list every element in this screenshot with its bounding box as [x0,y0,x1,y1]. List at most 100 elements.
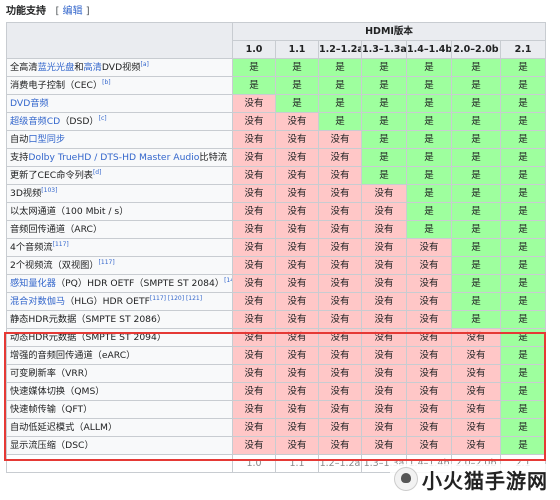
version-header-0: 1.0 [232,40,276,59]
support-yes-cell: 是 [451,292,501,311]
table-row: 动态HDR元数据（SMPTE ST 2094） 没有 没有 没有 没有 没有 没有是 [6,328,547,347]
support-no-cell: 没有 [406,328,452,347]
support-no-cell: 没有 [318,418,362,437]
support-yes-cell: 是 [361,166,407,185]
support-yes-cell: 是 [499,148,547,167]
support-no-cell: 没有 [318,238,362,257]
support-yes-cell: 是 [406,94,452,113]
support-no-cell: 没有 [232,292,276,311]
table-row: 更新了CEC命令列表[d] 没有 没有 没有是是是是 [6,166,547,185]
support-yes-cell: 是 [499,364,547,383]
support-yes-cell: 是 [406,220,452,239]
support-no-cell: 没有 [232,346,276,365]
feature-link[interactable]: 蓝光光盘 [38,62,75,73]
support-no-cell: 没有 [275,418,319,437]
feature-text: 显示流压缩（DSC） [10,440,94,451]
support-yes-cell: 是 [361,148,407,167]
feature-name-cell: 感知量化器（PQ）HDR OETF（SMPTE ST 2084）[140] [6,274,233,293]
table-row: 快速帧传输（QFT） 没有 没有 没有 没有 没有 没有是 [6,400,547,419]
feature-name-cell: 消费电子控制（CEC）[b] [6,76,233,95]
support-yes-cell: 是 [275,94,319,113]
feature-name-cell: 超级音频CD（DSD）[c] [6,112,233,131]
feature-text: 全高清 [10,62,38,73]
table-body: 全高清蓝光光盘和高清DVD视频[a] 是是是是是是是消费电子控制（CEC）[b] 是… [6,58,547,455]
feature-link[interactable]: 混合对数伽马 [10,296,65,307]
support-no-cell: 没有 [232,94,276,113]
citation-link[interactable]: [103] [41,187,57,194]
table-row: 自动口型同步 没有 没有 没有是是是是 [6,130,547,149]
citation-link[interactable]: [b] [102,79,111,86]
support-no-cell: 没有 [232,238,276,257]
citation-link[interactable]: [117] [120] [121] [150,295,202,302]
feature-link[interactable]: Dolby TrueHD / DTS-HD Master Audio [28,152,199,163]
support-no-cell: 没有 [361,274,407,293]
support-no-cell: 没有 [275,238,319,257]
support-yes-cell: 是 [451,310,501,329]
support-yes-cell: 是 [499,184,547,203]
support-yes-cell: 是 [451,130,501,149]
feature-text: 静态HDR元数据（SMPTE ST 2086） [10,314,167,325]
citation-link[interactable]: [140] [224,277,231,284]
citation-link[interactable]: [c] [99,115,107,122]
feature-text: 比特流 [199,152,227,163]
feature-name-cell: 2个视频流（双视图）[117] [6,256,233,275]
support-no-cell: 没有 [361,382,407,401]
feature-link[interactable]: 高清 [84,62,102,73]
feature-name-cell: 混合对数伽马（HLG）HDR OETF[117] [120] [121] [6,292,233,311]
support-no-cell: 没有 [275,310,319,329]
feature-name-cell: 自动低延迟模式（ALLM） [6,418,233,437]
table-row: 支持Dolby TrueHD / DTS-HD Master Audio比特流没… [6,148,547,167]
citation-link[interactable]: [d] [93,169,102,176]
citation-link[interactable]: [117] [53,241,69,248]
feature-text: 3D视频 [10,188,42,199]
support-no-cell: 没有 [361,418,407,437]
citation-link[interactable]: [a] [141,61,149,68]
support-no-cell: 没有 [406,310,452,329]
support-no-cell: 没有 [318,274,362,293]
support-yes-cell: 是 [499,346,547,365]
feature-link[interactable]: 感知量化器 [10,278,56,289]
hdmi-version-group-header: HDMI版本 [231,22,547,41]
support-yes-cell: 是 [361,76,407,95]
support-no-cell: 没有 [232,184,276,203]
support-yes-cell: 是 [406,130,452,149]
feature-text: 快速帧传输（QFT） [10,404,93,415]
support-yes-cell: 是 [499,400,547,419]
feature-name-cell: 自动口型同步 [6,130,233,149]
table-row: 感知量化器（PQ）HDR OETF（SMPTE ST 2084）[140]没有没… [6,274,547,293]
support-no-cell: 没有 [451,328,501,347]
support-no-cell: 没有 [318,130,362,149]
edit-link[interactable]: 编辑 [63,6,83,17]
support-yes-cell: 是 [406,76,452,95]
support-no-cell: 没有 [275,346,319,365]
hdmi-feature-table: HDMI版本 1.0 1.1 1.2–1.2a 1.3–1.3a 1.4–1.4b 2.0… [6,22,547,473]
support-yes-cell: 是 [361,58,407,77]
support-yes-cell: 是 [275,76,319,95]
feature-text: 以太网通道（100 Mbit / s） [10,206,129,217]
table-row: 消费电子控制（CEC）[b] 是是是是是是是 [6,76,547,95]
feature-link[interactable]: DVD音频 [10,98,49,109]
support-yes-cell: 是 [406,184,452,203]
support-no-cell: 没有 [275,400,319,419]
feature-text: 支持 [10,152,29,163]
table-row: 混合对数伽马（HLG）HDR OETF[117] [120] [121] 没有 没有… [6,292,547,311]
support-yes-cell: 是 [499,238,547,257]
support-no-cell: 没有 [451,400,501,419]
feature-name-cell: 全高清蓝光光盘和高清DVD视频[a] [6,58,233,77]
table-row: 快速媒体切换（QMS） 没有 没有 没有 没有 没有 没有是 [6,382,547,401]
support-no-cell: 没有 [232,112,276,131]
support-no-cell: 没有 [361,238,407,257]
support-yes-cell: 是 [451,166,501,185]
table-row: 2个视频流（双视图）[117] 没有 没有 没有 没有 没有是是 [6,256,547,275]
feature-text: 更新了CEC命令列表 [10,170,93,181]
support-yes-cell: 是 [499,256,547,275]
citation-link[interactable]: [117] [99,259,115,266]
support-no-cell: 没有 [451,436,501,455]
feature-text: 2个视频流（双视图） [10,260,99,271]
support-no-cell: 没有 [232,274,276,293]
feature-link[interactable]: 超级音频CD [10,116,60,127]
feature-link[interactable]: 口型同步 [28,134,65,145]
support-no-cell: 没有 [232,130,276,149]
support-yes-cell: 是 [318,58,362,77]
support-yes-cell: 是 [451,202,501,221]
